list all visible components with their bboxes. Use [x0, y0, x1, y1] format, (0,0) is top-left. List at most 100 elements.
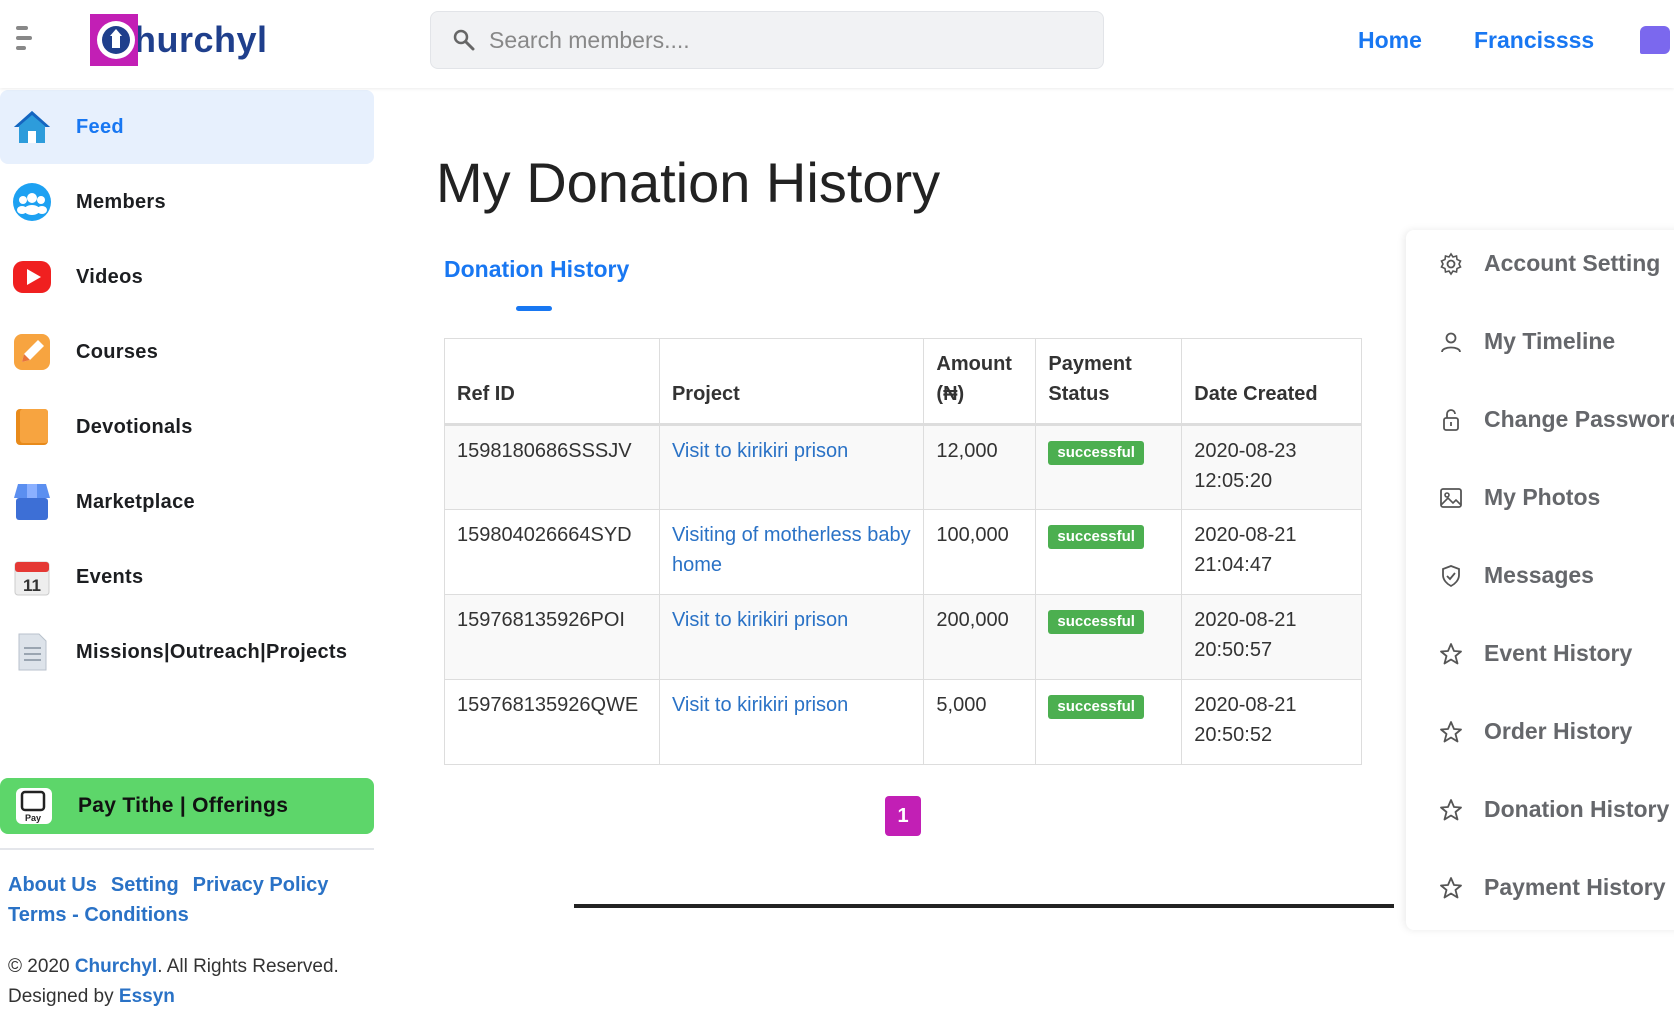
- logo-text: hurchyl: [134, 19, 268, 60]
- menu-item-messages[interactable]: Messages: [1438, 562, 1594, 589]
- home-icon: [12, 107, 52, 147]
- copyright: © 2020 Churchyl. All Rights Reserved. De…: [8, 956, 339, 1007]
- privacy-policy-link[interactable]: Privacy Policy: [193, 874, 329, 896]
- sidebar-item-devotionals[interactable]: Devotionals: [0, 390, 374, 464]
- amount-cell: 12,000: [923, 424, 1037, 510]
- footer-links: About Us Setting Privacy Policy Terms - Co…: [8, 870, 368, 930]
- table-header-row: Ref ID Project Amount (₦) Payment Status…: [444, 338, 1362, 426]
- status-badge: successful: [1048, 441, 1144, 465]
- status-cell: successful: [1035, 509, 1183, 595]
- menu-item-event-history[interactable]: Event History: [1438, 640, 1632, 667]
- store-icon: [12, 482, 52, 522]
- calendar-icon: 11: [12, 557, 52, 597]
- ref-id-cell: 159768135926POI: [444, 594, 660, 680]
- svg-text:11: 11: [23, 576, 41, 595]
- menu-item-order-history[interactable]: Order History: [1438, 718, 1632, 745]
- header-payment-status: Payment Status: [1035, 338, 1183, 426]
- image-icon: [1438, 485, 1464, 511]
- amount-cell: 200,000: [923, 594, 1037, 680]
- menu-item-change-password[interactable]: Change Password: [1438, 406, 1674, 433]
- chat-icon[interactable]: [1640, 26, 1670, 54]
- status-badge: successful: [1048, 695, 1144, 719]
- account-menu-panel: Account Setting My Timeline Change Passw…: [1406, 230, 1674, 930]
- menu-icon[interactable]: [16, 26, 34, 54]
- sidebar-item-label: Feed: [76, 115, 124, 138]
- status-cell: successful: [1035, 424, 1183, 510]
- svg-text:Pay: Pay: [25, 813, 41, 823]
- status-cell: successful: [1035, 679, 1183, 765]
- status-badge: successful: [1048, 610, 1144, 634]
- table-row: 1598180686SSSJV Visit to kirikiri prison…: [444, 424, 1362, 510]
- status-badge: successful: [1048, 525, 1144, 549]
- menu-item-payment-history[interactable]: Payment History: [1438, 874, 1666, 901]
- sidebar-item-feed[interactable]: Feed: [0, 90, 374, 164]
- menu-item-my-photos[interactable]: My Photos: [1438, 484, 1600, 511]
- star-icon: [1438, 641, 1464, 667]
- menu-item-account-setting[interactable]: Account Setting: [1438, 250, 1660, 277]
- project-link[interactable]: Visit to kirikiri prison: [672, 440, 848, 462]
- churchyl-brand-link[interactable]: Churchyl: [75, 956, 157, 977]
- header-date-created: Date Created: [1181, 338, 1362, 426]
- date-cell: 2020-08-21 20:50:52: [1181, 679, 1362, 765]
- project-link[interactable]: Visit to kirikiri prison: [672, 694, 848, 716]
- sidebar-item-label: Events: [76, 565, 144, 588]
- project-cell: Visit to kirikiri prison: [658, 679, 925, 765]
- menu-item-donation-history[interactable]: Donation History: [1438, 796, 1669, 823]
- search-input[interactable]: [489, 26, 1049, 54]
- gear-icon: [1438, 251, 1464, 277]
- header-ref-id: Ref ID: [444, 338, 660, 426]
- churchyl-logo[interactable]: hurchyl: [88, 12, 268, 68]
- profile-link[interactable]: Francissss: [1474, 27, 1594, 54]
- sidebar-item-label: Members: [76, 190, 166, 213]
- search-icon: [453, 29, 475, 51]
- logo-mark-icon: [88, 12, 140, 68]
- sidebar-item-label: Missions|Outreach|Projects: [76, 640, 348, 663]
- status-cell: successful: [1035, 594, 1183, 680]
- sidebar-item-label: Marketplace: [76, 490, 195, 513]
- amount-cell: 100,000: [923, 509, 1037, 595]
- document-icon: [12, 632, 52, 672]
- sidebar-item-label: Devotionals: [76, 415, 193, 438]
- designer-link[interactable]: Essyn: [119, 986, 175, 1007]
- pay-tithe-label: Pay Tithe | Offerings: [78, 794, 289, 817]
- pay-icon: Pay: [14, 786, 54, 826]
- sidebar-divider: [0, 848, 374, 850]
- sidebar-item-courses[interactable]: Courses: [0, 315, 374, 389]
- header-amount: Amount (₦): [923, 338, 1037, 426]
- sidebar-item-label: Videos: [76, 265, 144, 288]
- project-link[interactable]: Visiting of motherless baby home: [672, 524, 911, 576]
- tab-underline: [516, 306, 552, 311]
- lock-icon: [1438, 407, 1464, 433]
- amount-cell: 5,000: [923, 679, 1037, 765]
- setting-link[interactable]: Setting: [111, 874, 179, 896]
- sidebar-item-marketplace[interactable]: Marketplace: [0, 465, 374, 539]
- ref-id-cell: 1598180686SSSJV: [444, 424, 660, 510]
- project-cell: Visit to kirikiri prison: [658, 424, 925, 510]
- pay-tithe-button[interactable]: Pay Pay Tithe | Offerings: [0, 778, 374, 834]
- header-project: Project: [658, 338, 925, 426]
- table-row: 159768135926POI Visit to kirikiri prison…: [444, 594, 1362, 680]
- terms-link[interactable]: Terms - Conditions: [8, 904, 189, 926]
- sidebar-item-videos[interactable]: Videos: [0, 240, 374, 314]
- home-link[interactable]: Home: [1358, 27, 1422, 54]
- menu-item-my-timeline[interactable]: My Timeline: [1438, 328, 1615, 355]
- pagination-page-1[interactable]: 1: [885, 796, 921, 836]
- sidebar-item-missions[interactable]: Missions|Outreach|Projects: [0, 615, 374, 689]
- tab-donation-history[interactable]: Donation History: [444, 256, 629, 283]
- table-row: 159804026664SYD Visiting of motherless b…: [444, 509, 1362, 595]
- project-cell: Visiting of motherless baby home: [658, 509, 925, 595]
- star-icon: [1438, 875, 1464, 901]
- project-cell: Visit to kirikiri prison: [658, 594, 925, 680]
- user-icon: [1438, 329, 1464, 355]
- sidebar-item-members[interactable]: Members: [0, 165, 374, 239]
- about-us-link[interactable]: About Us: [8, 874, 97, 896]
- date-cell: 2020-08-23 12:05:20: [1181, 424, 1362, 510]
- project-link[interactable]: Visit to kirikiri prison: [672, 609, 848, 631]
- bottom-divider: [574, 904, 1394, 908]
- star-icon: [1438, 797, 1464, 823]
- search-bar[interactable]: [430, 11, 1104, 69]
- ref-id-cell: 159768135926QWE: [444, 679, 660, 765]
- sidebar: Feed Members Videos Courses Devotionals …: [0, 88, 374, 1007]
- sidebar-item-events[interactable]: 11 Events: [0, 540, 374, 614]
- donation-table: Ref ID Project Amount (₦) Payment Status…: [444, 338, 1362, 765]
